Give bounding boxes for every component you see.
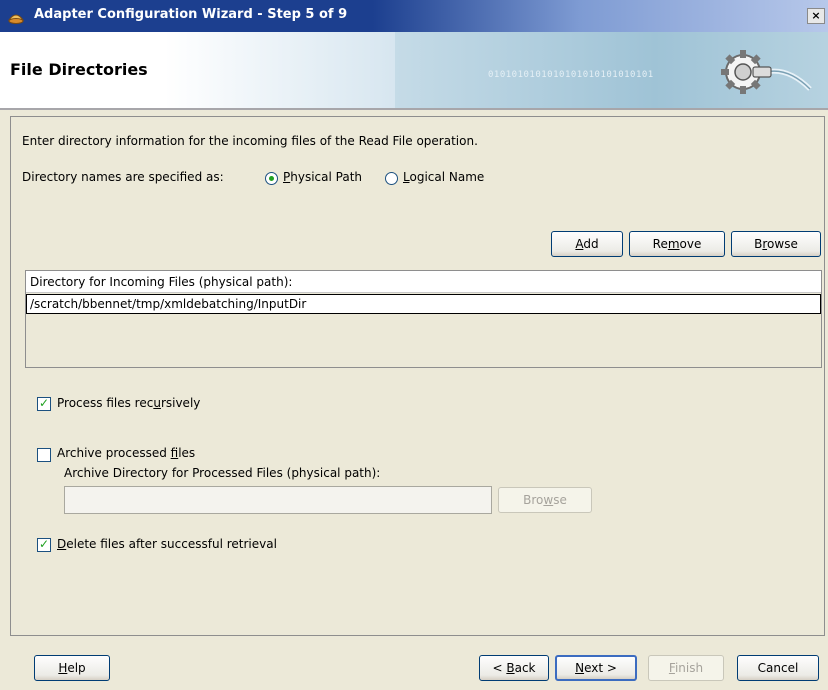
- intro-text: Enter directory information for the inco…: [22, 134, 478, 148]
- app-icon: [8, 14, 24, 24]
- cancel-button[interactable]: Cancel: [737, 655, 819, 681]
- physical-path-label[interactable]: Physical Path: [283, 170, 362, 184]
- recursive-label[interactable]: Process files recursively: [57, 396, 200, 410]
- close-button[interactable]: ×: [807, 8, 825, 24]
- banner-binary-decoration: 0101010101010101010101010101: [488, 70, 654, 80]
- table-row[interactable]: /scratch/bbennet/tmp/xmldebatching/Input…: [26, 294, 821, 314]
- gear-plug-icon: [721, 50, 812, 94]
- delete-label[interactable]: Delete files after successful retrieval: [57, 537, 277, 551]
- add-button[interactable]: Add: [551, 231, 623, 257]
- recursive-checkbox[interactable]: ✓: [37, 397, 51, 411]
- logical-name-label[interactable]: Logical Name: [403, 170, 484, 184]
- window-title: Adapter Configuration Wizard - Step 5 of…: [34, 7, 348, 22]
- table-header: Directory for Incoming Files (physical p…: [26, 271, 821, 293]
- archive-dir-input[interactable]: [64, 486, 492, 514]
- delete-checkbox[interactable]: ✓: [37, 538, 51, 552]
- browse-button[interactable]: Browse: [731, 231, 821, 257]
- archive-checkbox[interactable]: [37, 448, 51, 462]
- next-button[interactable]: Next >: [555, 655, 637, 681]
- page-title: File Directories: [10, 60, 148, 79]
- logical-name-radio[interactable]: [385, 172, 398, 185]
- close-icon: ×: [811, 9, 821, 22]
- archive-dir-label: Archive Directory for Processed Files (p…: [64, 466, 381, 480]
- remove-button[interactable]: Remove: [629, 231, 725, 257]
- dir-names-label: Directory names are specified as:: [22, 170, 224, 184]
- finish-button[interactable]: Finish: [648, 655, 724, 681]
- check-icon: ✓: [38, 537, 50, 551]
- archive-label[interactable]: Archive processed files: [57, 446, 195, 460]
- back-button[interactable]: < Back: [479, 655, 549, 681]
- help-button[interactable]: Help: [34, 655, 110, 681]
- archive-browse-button[interactable]: Browse: [498, 487, 592, 513]
- title-bar[interactable]: Adapter Configuration Wizard - Step 5 of…: [0, 0, 828, 32]
- physical-path-radio[interactable]: [265, 172, 278, 185]
- incoming-directory-table[interactable]: Directory for Incoming Files (physical p…: [25, 270, 822, 368]
- header-banner: 0101010101010101010101010101 File Direct…: [0, 32, 828, 108]
- check-icon: ✓: [38, 396, 50, 410]
- content-panel: [10, 116, 825, 636]
